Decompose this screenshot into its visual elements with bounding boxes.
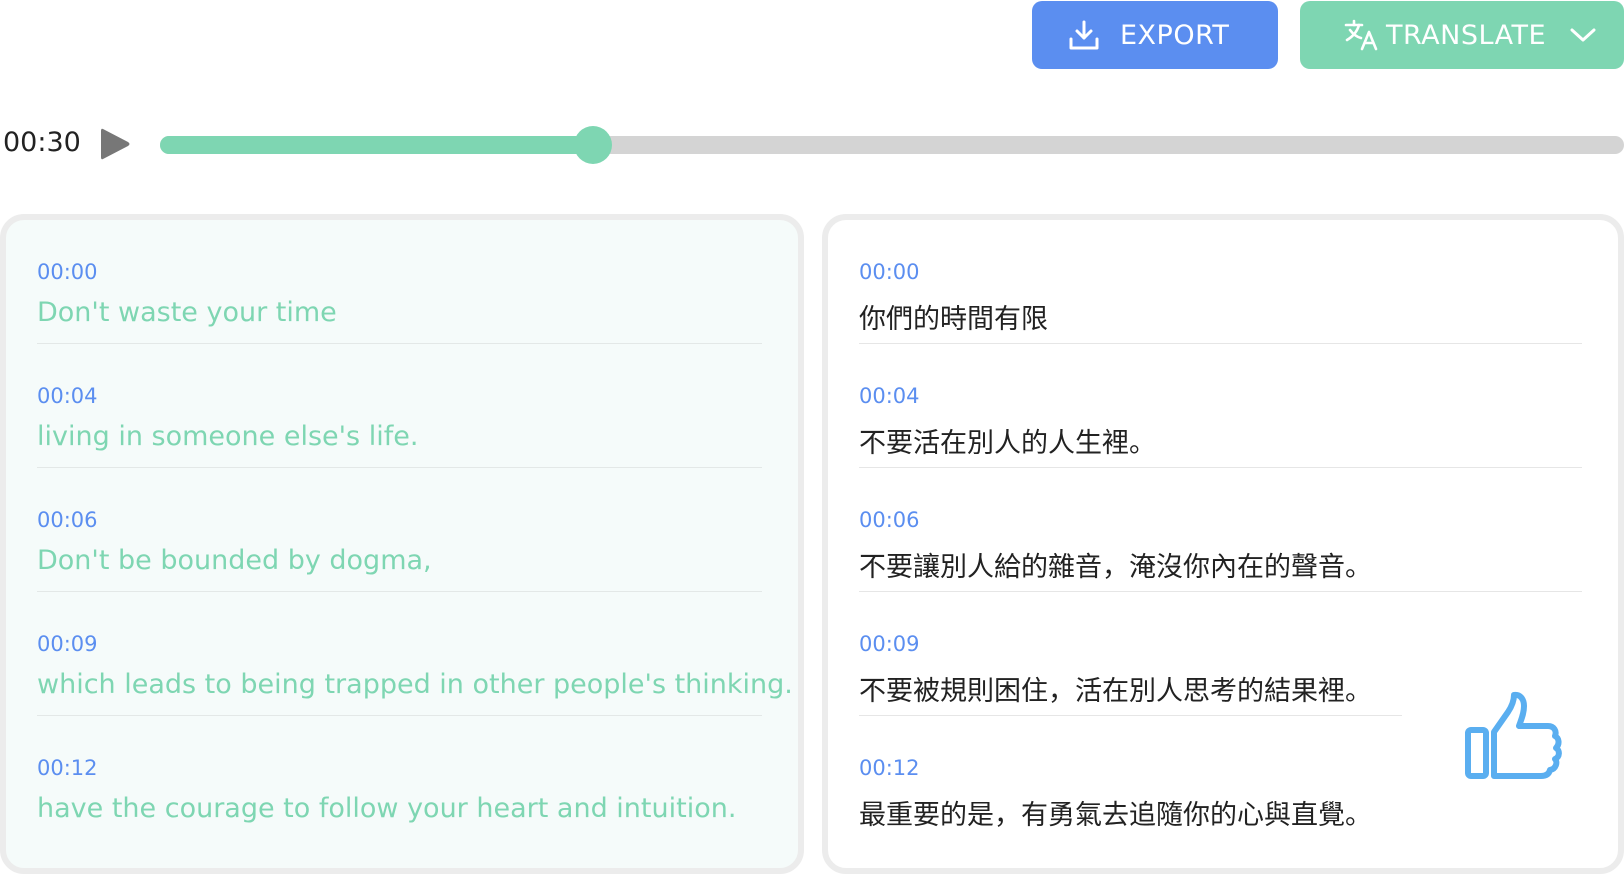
translation-row[interactable]: 00:06 不要讓別人給的雜音，淹沒你內在的聲音。 [852, 468, 1582, 592]
translate-button[interactable]: TRANSLATE [1300, 1, 1624, 69]
timestamp[interactable]: 00:06 [37, 508, 98, 532]
current-time: 00:30 [3, 127, 81, 158]
transcript-text[interactable]: living in someone else's life. [37, 421, 418, 452]
transcript-text[interactable]: which leads to being trapped in other pe… [37, 669, 793, 700]
export-label: EXPORT [1120, 19, 1230, 51]
transcript-row[interactable]: 00:00 Don't waste your time [30, 220, 762, 344]
transcript-row[interactable]: 00:09 which leads to being trapped in ot… [30, 592, 793, 716]
timestamp[interactable]: 00:00 [859, 260, 920, 284]
timestamp[interactable]: 00:04 [859, 384, 920, 408]
download-icon [1068, 19, 1100, 51]
play-button[interactable] [98, 126, 132, 162]
timestamp[interactable]: 00:00 [37, 260, 98, 284]
transcript-text[interactable]: have the courage to follow your heart an… [37, 793, 736, 824]
transcript-row[interactable]: 00:04 living in someone else's life. [30, 344, 762, 468]
translation-text[interactable]: 不要被規則困住，活在別人思考的結果裡。 [859, 669, 1372, 708]
chevron-down-icon[interactable] [1570, 27, 1596, 43]
timestamp[interactable]: 00:09 [859, 632, 920, 656]
thumbs-up-icon [1465, 691, 1562, 779]
progress-track[interactable] [160, 126, 1624, 164]
export-button[interactable]: EXPORT [1032, 1, 1278, 69]
translation-text[interactable]: 最重要的是，有勇氣去追隨你的心與直覺。 [859, 793, 1372, 832]
transcript-text[interactable]: Don't waste your time [37, 297, 337, 328]
timestamp[interactable]: 00:12 [37, 756, 98, 780]
timestamp[interactable]: 00:06 [859, 508, 920, 532]
timestamp[interactable]: 00:09 [37, 632, 98, 656]
translation-text[interactable]: 不要活在別人的人生裡。 [859, 421, 1156, 460]
thumbs-up-button[interactable] [1464, 690, 1566, 782]
timestamp[interactable]: 00:12 [859, 756, 920, 780]
translate-icon [1344, 19, 1378, 51]
translation-text[interactable]: 不要讓別人給的雜音，淹沒你內在的聲音。 [859, 545, 1372, 584]
transcript-panel: 00:00 Don't waste your time 00:04 living… [0, 214, 804, 874]
translate-label: TRANSLATE [1386, 19, 1547, 51]
play-icon [101, 128, 130, 160]
transcript-text[interactable]: Don't be bounded by dogma, [37, 545, 432, 576]
translation-row[interactable]: 00:00 你們的時間有限 [852, 220, 1582, 344]
progress-fill [160, 136, 594, 154]
progress-handle[interactable] [574, 126, 613, 164]
transcript-row[interactable]: 00:06 Don't be bounded by dogma, [30, 468, 762, 592]
translation-row[interactable]: 00:04 不要活在別人的人生裡。 [852, 344, 1582, 468]
transcript-row[interactable]: 00:12 have the courage to follow your he… [30, 716, 762, 840]
timestamp[interactable]: 00:04 [37, 384, 98, 408]
translation-text[interactable]: 你們的時間有限 [859, 297, 1048, 336]
